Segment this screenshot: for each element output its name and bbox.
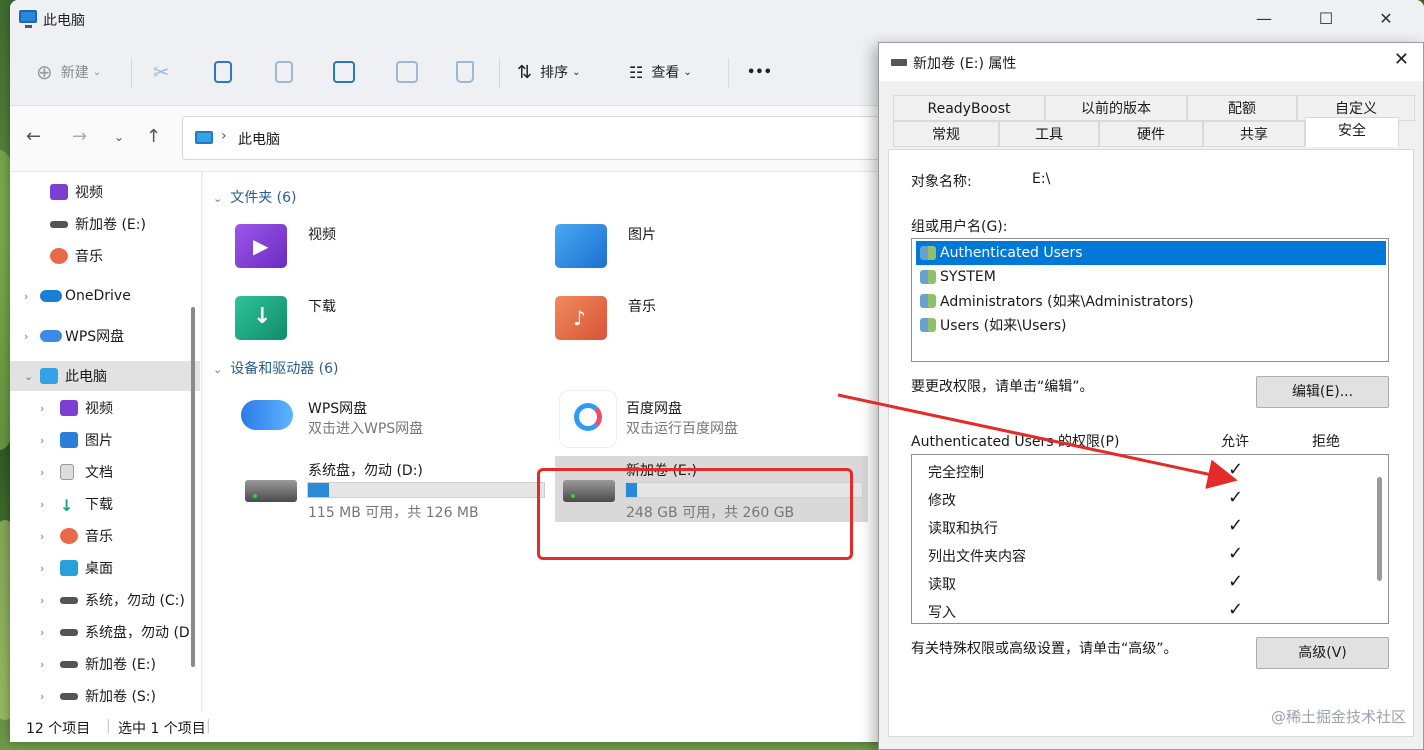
watermark-text: @稀土掘金技术社区 [1270, 708, 1406, 726]
annotation-arrow [837, 393, 1238, 489]
